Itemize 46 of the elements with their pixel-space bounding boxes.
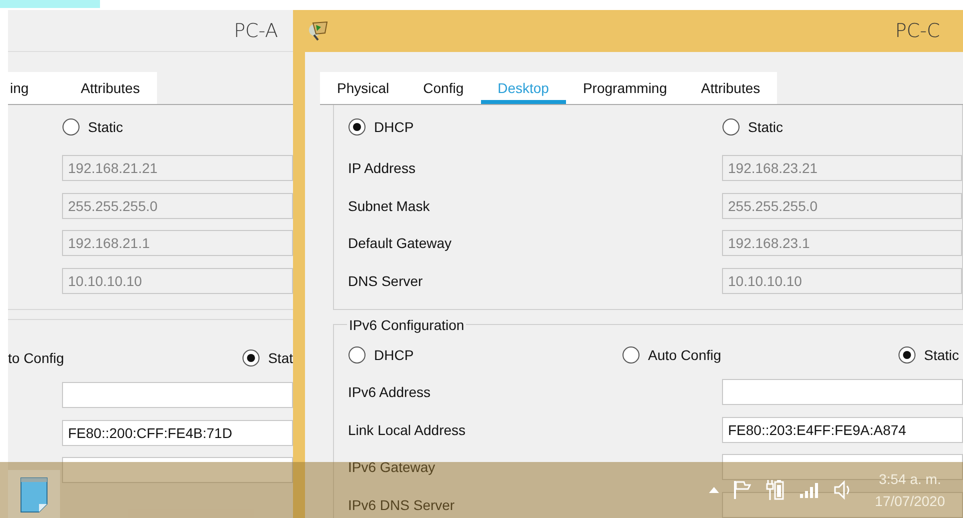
radio-button[interactable]: DHCP: [348, 342, 414, 366]
tab[interactable]: Attributes: [684, 72, 778, 104]
clock-date: 17/07/2020: [874, 493, 945, 509]
radio-button[interactable]: Static: [898, 342, 960, 366]
radio-button[interactable]: DHCP: [348, 115, 414, 139]
input-field[interactable]: FE80::200:CFF:FE4B:71D: [62, 420, 293, 446]
radio-icon: [242, 348, 260, 366]
tab[interactable]: Config: [406, 72, 481, 104]
field-label: IP Address: [348, 160, 416, 176]
tab[interactable]: ing: [8, 72, 64, 104]
input-field[interactable]: [62, 457, 293, 483]
radio-icon: [62, 118, 80, 136]
clock-time: 3:54 a. m.: [878, 471, 942, 487]
field-label: Link Local Address: [348, 422, 467, 438]
field-label: Subnet Mask: [348, 198, 431, 214]
field-label: IPv6 Gateway: [348, 459, 436, 475]
radio-button[interactable]: Auto Config: [622, 342, 722, 366]
window-title: PC-C: [895, 20, 940, 42]
option-label: to Config: [8, 348, 64, 368]
speaker-icon[interactable]: [832, 480, 851, 500]
field-label: DNS Server: [348, 272, 424, 288]
radio-icon: [622, 346, 640, 364]
battery-icon[interactable]: [764, 479, 785, 501]
input-field[interactable]: [722, 492, 963, 518]
radio-button[interactable]: Stat: [242, 346, 293, 370]
radio-button[interactable]: Static: [722, 115, 784, 139]
radio-button[interactable]: Static: [62, 115, 124, 139]
input-field[interactable]: FE80::203:E4FF:FE9A:A874: [722, 416, 963, 442]
tab[interactable]: Physical: [320, 72, 406, 104]
input-field[interactable]: [722, 379, 963, 405]
field-label: Default Gateway: [348, 235, 452, 251]
signal-icon[interactable]: [798, 482, 819, 498]
window-title: PC-A: [234, 20, 278, 42]
radio-icon: [722, 118, 740, 136]
group-title: IPv6 Configuration: [348, 316, 466, 332]
field-label: IPv6 DNS Server: [348, 496, 456, 512]
show-hidden-icons-icon[interactable]: [708, 487, 719, 493]
radio-icon: [348, 346, 366, 364]
input-field[interactable]: [62, 382, 293, 408]
radio-icon: [348, 118, 366, 136]
taskbar-app-button[interactable]: [8, 470, 60, 518]
field-label: IPv6 Address: [348, 384, 432, 400]
tab[interactable]: Attributes: [64, 72, 157, 104]
radio-icon: [898, 346, 916, 364]
tab[interactable]: Programming: [566, 72, 684, 104]
flag-icon[interactable]: [732, 480, 751, 500]
